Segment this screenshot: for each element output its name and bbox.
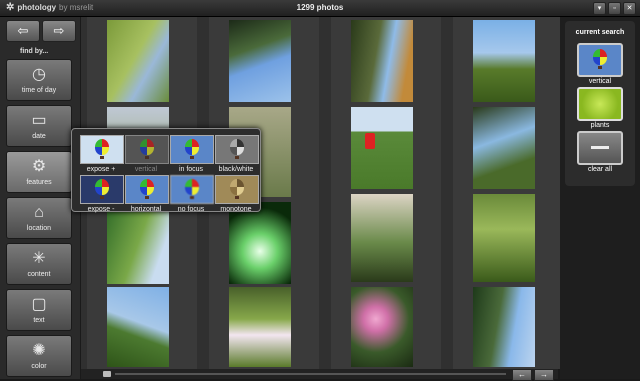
date-label: date	[32, 133, 46, 140]
photo-tile[interactable]	[473, 20, 535, 102]
features-button[interactable]: ⚙ features	[6, 151, 72, 193]
current-search-title: current search	[575, 29, 625, 36]
balloon-icon	[185, 139, 199, 155]
feature-option-label: vertical	[134, 166, 158, 173]
photo-column	[331, 17, 441, 369]
calendar-icon: ▭	[31, 112, 47, 129]
feature-option-label: in focus	[178, 166, 204, 173]
feature-option-label: no focus	[177, 206, 205, 213]
left-sidebar: ⇦ ⇨ find by... ◷ time of day ▭ date ⚙ fe…	[0, 17, 80, 379]
balloon-icon	[140, 179, 154, 195]
person-figure	[365, 133, 375, 149]
feature-option-expose-plus[interactable]: expose +	[80, 135, 124, 173]
title-bar: ✲ photology by msrelit 1299 photos ▾ ▫ ✕	[0, 0, 640, 17]
find-by-label: find by...	[20, 48, 49, 55]
balloon-icon	[230, 139, 244, 155]
photo-tile[interactable]	[473, 287, 535, 367]
color-button[interactable]: ✺ color	[6, 335, 72, 377]
content-label: content	[27, 271, 51, 278]
photo-tile[interactable]	[351, 20, 413, 102]
scroll-left-button[interactable]: ←	[512, 369, 532, 381]
photo-tile[interactable]	[351, 107, 413, 189]
arrow-left-icon: ⇦	[17, 23, 29, 38]
time-of-day-label: time of day	[21, 87, 57, 94]
photo-count: 1299 photos	[296, 3, 344, 12]
feature-option-monotone[interactable]: monotone	[215, 175, 259, 213]
current-search-panel: current search vertical plants clear all	[565, 21, 635, 186]
scrollbar-thumb[interactable]	[103, 371, 111, 377]
feature-option-label: expose +	[86, 166, 116, 173]
text-button[interactable]: ▢ text	[6, 289, 72, 331]
search-tag-label: vertical	[588, 78, 612, 85]
photo-tile[interactable]	[229, 20, 291, 102]
arrow-left-icon: ←	[518, 370, 526, 379]
forward-button[interactable]: ⇨	[42, 20, 76, 42]
feature-option-no-focus[interactable]: no focus	[170, 175, 214, 213]
minimize-button[interactable]: ▾	[593, 2, 606, 15]
feature-option-in-focus[interactable]: in focus	[170, 135, 214, 173]
balloon-icon	[95, 139, 109, 155]
photo-tile[interactable]	[107, 287, 169, 367]
features-label: features	[26, 179, 52, 186]
palette-icon: ✺	[32, 342, 46, 359]
color-label: color	[31, 363, 47, 370]
minus-icon	[591, 146, 609, 149]
balloon-icon	[593, 49, 607, 65]
feature-option-horizontal[interactable]: horizontal	[125, 175, 169, 213]
right-panel: current search vertical plants clear all	[560, 17, 640, 379]
feature-option-label: horizontal	[130, 206, 162, 213]
photo-tile[interactable]	[351, 287, 413, 367]
feature-option-expose-minus[interactable]: expose -	[80, 175, 124, 213]
balloon-icon	[140, 139, 154, 155]
clock-icon: ◷	[32, 66, 46, 83]
photo-tile[interactable]	[229, 202, 291, 284]
feature-option-vertical[interactable]: vertical	[125, 135, 169, 173]
feature-option-label: monotone	[220, 206, 252, 213]
gear-icon: ⚙	[31, 158, 47, 175]
balloon-icon	[185, 179, 199, 195]
photo-tile[interactable]	[473, 107, 535, 189]
arrow-right-icon: ⇨	[53, 23, 65, 38]
photo-tile[interactable]	[473, 194, 535, 282]
search-tag-vertical[interactable]: vertical	[577, 43, 623, 85]
photo-tile[interactable]	[107, 202, 169, 284]
feature-option-black-white[interactable]: black/white	[215, 135, 259, 173]
content-button[interactable]: ✳ content	[6, 243, 72, 285]
back-button[interactable]: ⇦	[6, 20, 40, 42]
text-label: text	[33, 317, 45, 324]
horizontal-scrollbar[interactable]: ← →	[81, 369, 558, 381]
balloon-icon	[230, 179, 244, 195]
clear-all-label: clear all	[587, 166, 613, 173]
restore-button[interactable]: ▫	[608, 2, 621, 15]
location-label: location	[26, 225, 52, 232]
photo-tile[interactable]	[107, 20, 169, 102]
search-tag-plants[interactable]: plants	[577, 87, 623, 129]
plants-icon	[577, 87, 623, 121]
speech-bubble-icon: ▢	[31, 296, 47, 313]
feature-option-label: black/white	[218, 166, 254, 173]
features-popup: expose + vertical in focus black/white e…	[71, 128, 261, 213]
date-button[interactable]: ▭ date	[6, 105, 72, 147]
close-button[interactable]: ✕	[623, 2, 636, 15]
time-of-day-button[interactable]: ◷ time of day	[6, 59, 72, 101]
photo-tile[interactable]	[351, 194, 413, 282]
sparkle-icon: ✳	[32, 250, 46, 267]
balloon-icon	[95, 179, 109, 195]
arrow-right-icon: →	[540, 370, 548, 379]
house-icon: ⌂	[34, 204, 44, 221]
location-button[interactable]: ⌂ location	[6, 197, 72, 239]
clear-all-button[interactable]: clear all	[577, 131, 623, 173]
scroll-right-button[interactable]: →	[534, 369, 554, 381]
photo-column	[453, 17, 563, 369]
feature-option-label: expose -	[87, 206, 115, 213]
search-tag-label: plants	[590, 122, 610, 129]
photo-tile[interactable]	[229, 287, 291, 367]
